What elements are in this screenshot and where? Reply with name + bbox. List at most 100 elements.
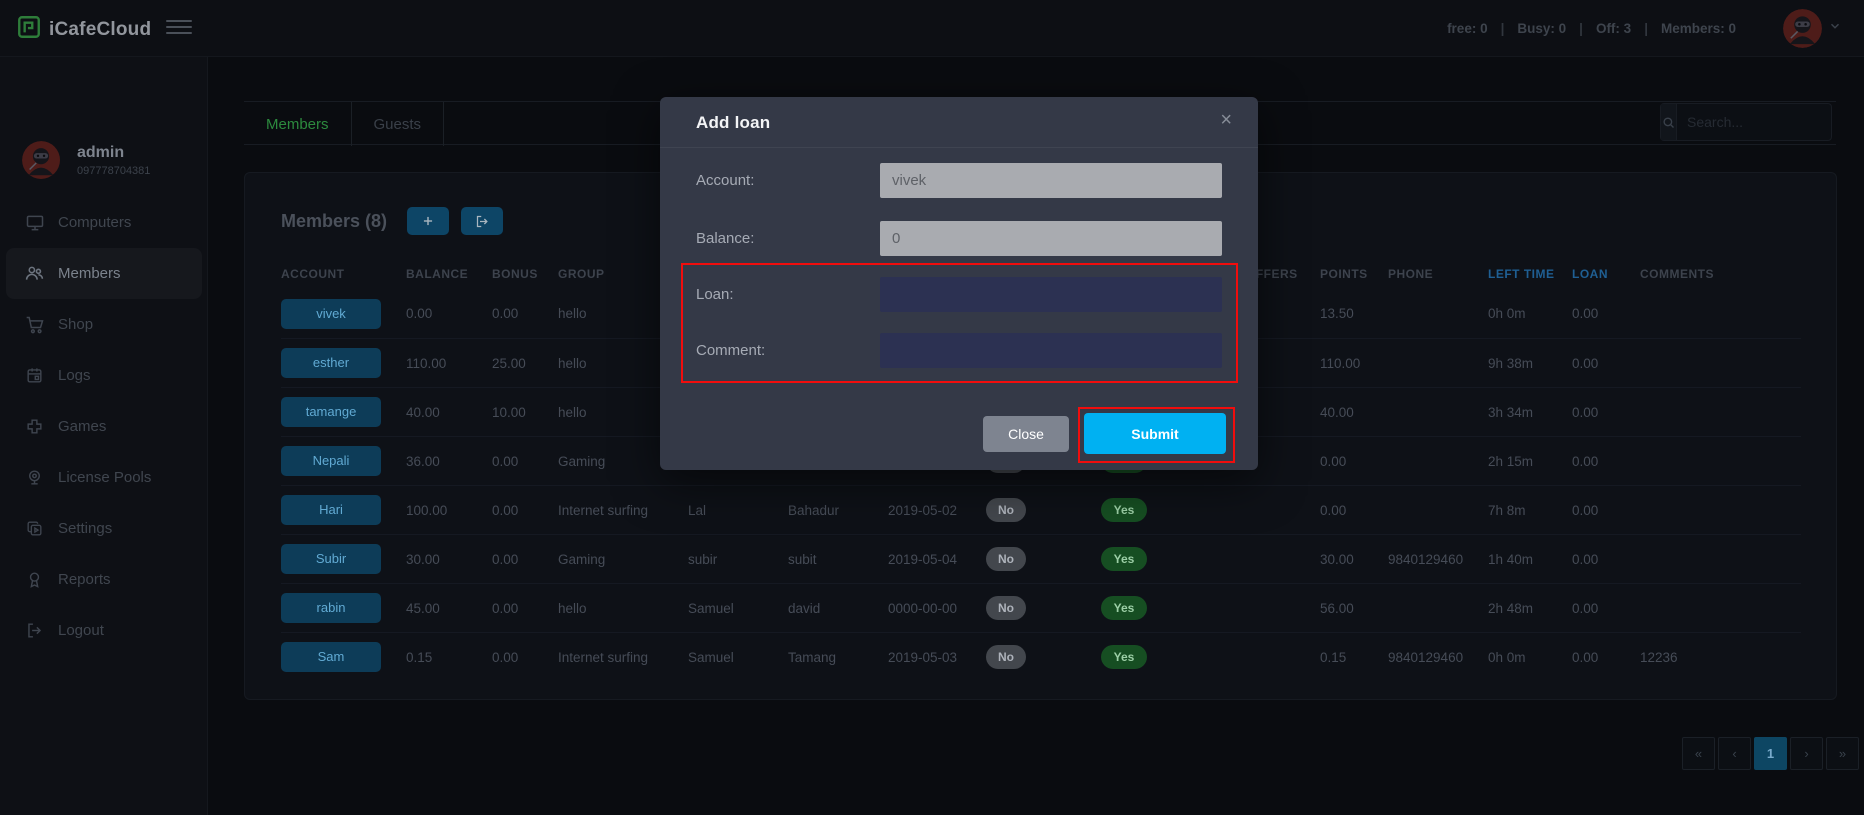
modal-field-row: Balance:	[660, 221, 1258, 256]
no-badge: No	[986, 547, 1026, 571]
account-button[interactable]: esther	[281, 348, 381, 378]
sidebar-item-label: Games	[58, 418, 107, 435]
sidebar-item-members[interactable]: Members	[6, 248, 202, 299]
page-nav-button[interactable]: «	[1682, 737, 1715, 770]
sidebar-menu: Computers Members Shop Logs Games License Poo…	[0, 197, 208, 656]
cell-account: esther	[281, 348, 406, 378]
sidebar-item-label: Shop	[58, 316, 94, 333]
stat-busy: Busy: 0	[1517, 21, 1567, 36]
app-logo: iCafeCloud	[16, 14, 151, 45]
column-header[interactable]: LOAN	[1572, 267, 1640, 281]
search-box	[1660, 103, 1864, 141]
sidebar-item-reports[interactable]: Reports	[0, 554, 208, 605]
tab-members[interactable]: Members	[244, 102, 352, 146]
calendar-icon	[24, 365, 45, 386]
cell-bonus: 0.00	[492, 551, 519, 567]
gamepad-icon	[24, 416, 45, 437]
add-member-button[interactable]	[407, 207, 450, 235]
cell-comments: 12236	[1640, 649, 1678, 665]
page-nav-button[interactable]: ›	[1790, 737, 1823, 770]
column-header[interactable]: LEFT TIME	[1488, 267, 1572, 281]
cell-birthday: 2019-05-03	[888, 649, 958, 665]
cell-last-name: subit	[788, 551, 817, 567]
account-button[interactable]: Sam	[281, 642, 381, 672]
sidebar-item-license-pools[interactable]: License Pools	[0, 452, 208, 503]
cell-birthday: 2019-05-02	[888, 502, 958, 518]
stat-separator: |	[1579, 21, 1583, 36]
loan-input[interactable]	[880, 277, 1222, 312]
yes-badge: Yes	[1101, 596, 1147, 620]
cart-icon	[24, 314, 45, 335]
account-button[interactable]: vivek	[281, 298, 381, 329]
cell-group: Internet surfing	[558, 502, 649, 518]
cell-bonus: 25.00	[492, 355, 526, 371]
layers-icon	[24, 518, 45, 539]
cell-group: Internet surfing	[558, 649, 649, 665]
account-button[interactable]: Hari	[281, 495, 381, 525]
comment-input[interactable]	[880, 333, 1222, 368]
sidebar-item-games[interactable]: Games	[0, 401, 208, 452]
yes-badge: Yes	[1101, 547, 1147, 571]
cell-balance: 0.15	[406, 649, 433, 665]
modal-title: Add loan	[696, 113, 771, 132]
column-header[interactable]: PHONE	[1388, 267, 1488, 281]
page-nav-button[interactable]: ‹	[1718, 737, 1751, 770]
sidebar-item-shop[interactable]: Shop	[0, 299, 208, 350]
cell-points: 40.00	[1320, 404, 1354, 420]
sidebar-item-label: License Pools	[58, 469, 152, 486]
account-button[interactable]: Nepali	[281, 446, 381, 476]
sidebar-item-logs[interactable]: Logs	[0, 350, 208, 401]
cell-bonus: 0.00	[492, 453, 519, 469]
cell-phone: 9840129460	[1388, 649, 1464, 665]
cell-account: rabin	[281, 593, 406, 623]
chevron-down-icon[interactable]	[1828, 19, 1842, 38]
account-button[interactable]: Subir	[281, 544, 381, 574]
search-input[interactable]	[1677, 104, 1864, 140]
cell-points: 110.00	[1320, 355, 1361, 371]
stat-members: Members: 0	[1660, 21, 1736, 36]
no-badge: No	[986, 645, 1026, 669]
page-current[interactable]: 1	[1754, 737, 1787, 770]
cell-flag-no: No	[986, 547, 1101, 571]
sidebar-item-settings[interactable]: Settings	[0, 503, 208, 554]
hamburger-menu-icon[interactable]	[166, 20, 192, 38]
logout-icon	[24, 620, 45, 641]
sidebar-item-logout[interactable]: Logout	[0, 605, 208, 656]
cell-balance: 0.00	[406, 306, 433, 321]
user-menu[interactable]	[1783, 9, 1842, 48]
submit-button[interactable]: Submit	[1084, 413, 1226, 454]
cell-left-time: 0h 0m	[1488, 306, 1526, 321]
cell-flag-no: No	[986, 645, 1101, 669]
cell-account: tamange	[281, 397, 406, 427]
export-members-button[interactable]	[461, 207, 504, 235]
stat-separator: |	[1644, 21, 1648, 36]
column-header[interactable]: BALANCE	[406, 267, 492, 281]
no-badge: No	[986, 596, 1026, 620]
account-button[interactable]: rabin	[281, 593, 381, 623]
cell-bonus: 10.00	[492, 404, 526, 420]
account-button[interactable]: tamange	[281, 397, 381, 427]
add-loan-modal: Add loan × Account: Balance: Loan: Comment:…	[660, 97, 1258, 470]
profile-avatar	[22, 141, 61, 180]
cell-loan: 0.00	[1572, 502, 1599, 518]
cell-balance: 45.00	[406, 600, 440, 616]
page-nav-button[interactable]: »	[1826, 737, 1859, 770]
cell-first-name: Samuel	[688, 649, 734, 665]
cell-left-time: 1h 40m	[1488, 551, 1534, 567]
search-icon	[1661, 104, 1677, 140]
cell-first-name: subir	[688, 551, 718, 567]
cell-loan: 0.00	[1572, 600, 1599, 616]
column-header[interactable]: BONUS	[492, 267, 558, 281]
sidebar-item-label: Reports	[58, 571, 111, 588]
avatar[interactable]	[1783, 9, 1822, 48]
close-button[interactable]: Close	[983, 416, 1069, 452]
column-header[interactable]: COMMENTS	[1640, 267, 1801, 281]
close-icon[interactable]: ×	[1220, 107, 1232, 133]
column-header[interactable]: POINTS	[1320, 267, 1388, 281]
column-header[interactable]: ACCOUNT	[281, 267, 406, 281]
cell-loan: 0.00	[1572, 551, 1599, 567]
cell-account: Nepali	[281, 446, 406, 476]
cell-phone: 9840129460	[1388, 551, 1464, 567]
tab-guests[interactable]: Guests	[352, 102, 445, 146]
sidebar-item-computers[interactable]: Computers	[0, 197, 208, 248]
